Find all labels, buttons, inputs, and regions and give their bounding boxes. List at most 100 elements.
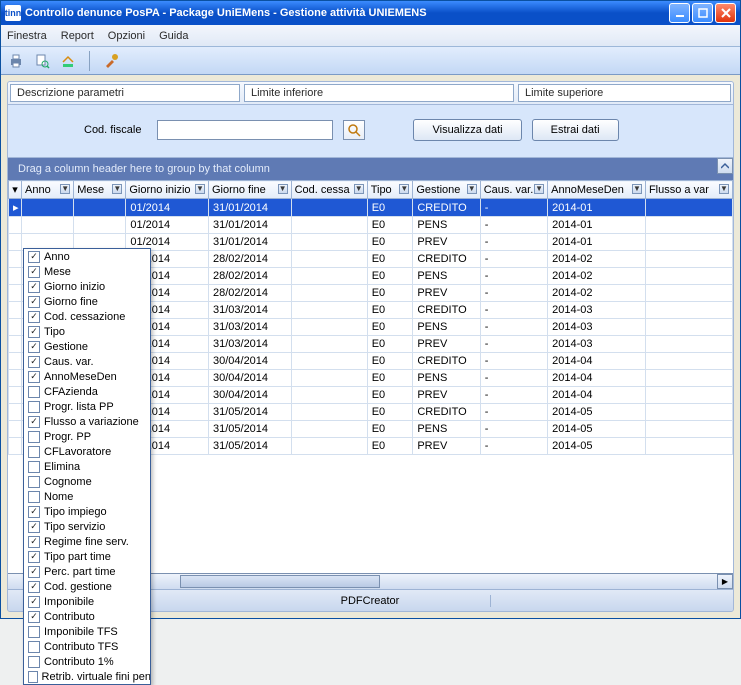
- column-chooser-item[interactable]: ✓Tipo impiego: [24, 504, 150, 519]
- checkbox-icon[interactable]: ✓: [28, 551, 40, 563]
- checkbox-icon[interactable]: ✓: [28, 386, 40, 398]
- column-filter-dropdown-icon[interactable]: ▼: [195, 184, 205, 194]
- column-header-codCessa[interactable]: Cod. cessa▼: [291, 181, 367, 199]
- checkbox-icon[interactable]: ✓: [28, 416, 40, 428]
- column-chooser-item[interactable]: ✓Imponibile TFS: [24, 624, 150, 639]
- checkbox-icon[interactable]: ✓: [28, 266, 40, 278]
- column-filter-dropdown-icon[interactable]: ▼: [719, 184, 729, 194]
- column-chooser-item[interactable]: ✓Cod. gestione: [24, 579, 150, 594]
- maximize-button[interactable]: [692, 3, 713, 23]
- column-header-giornoFine[interactable]: Giorno fine▼: [208, 181, 291, 199]
- table-row[interactable]: ▸01/201431/01/2014E0CREDITO-2014-01: [9, 199, 733, 217]
- checkbox-icon[interactable]: ✓: [28, 596, 40, 608]
- column-header-_sel[interactable]: ▾: [9, 181, 22, 199]
- column-chooser-item[interactable]: ✓Perc. part time: [24, 564, 150, 579]
- menu-finestra[interactable]: Finestra: [7, 30, 47, 42]
- column-chooser-item[interactable]: ✓Contributo 1%: [24, 654, 150, 669]
- estrai-dati-button[interactable]: Estrai dati: [532, 119, 619, 141]
- menu-report[interactable]: Report: [61, 30, 94, 42]
- column-chooser-item[interactable]: ✓Elimina: [24, 459, 150, 474]
- checkbox-icon[interactable]: ✓: [28, 641, 40, 653]
- scroll-right-button[interactable]: ▶: [717, 574, 733, 589]
- checkbox-icon[interactable]: ✓: [28, 371, 40, 383]
- tools-icon[interactable]: [102, 52, 120, 70]
- checkbox-icon[interactable]: ✓: [28, 611, 40, 623]
- checkbox-icon[interactable]: ✓: [28, 626, 40, 638]
- column-chooser-item[interactable]: ✓Imponibile: [24, 594, 150, 609]
- column-chooser-item[interactable]: ✓Gestione: [24, 339, 150, 354]
- checkbox-icon[interactable]: ✓: [28, 461, 40, 473]
- group-by-bar[interactable]: Drag a column header here to group by th…: [8, 158, 733, 180]
- column-chooser-item[interactable]: ✓CFLavoratore: [24, 444, 150, 459]
- scroll-up-button[interactable]: [717, 158, 733, 174]
- checkbox-icon[interactable]: ✓: [28, 296, 40, 308]
- column-chooser-item[interactable]: ✓Nome: [24, 489, 150, 504]
- column-filter-dropdown-icon[interactable]: ▼: [534, 184, 544, 194]
- column-chooser-popup[interactable]: ✓Anno✓Mese✓Giorno inizio✓Giorno fine✓Cod…: [23, 248, 151, 685]
- column-chooser-item[interactable]: ✓Tipo part time: [24, 549, 150, 564]
- column-header-flussoVar[interactable]: Flusso a var▼: [645, 181, 732, 199]
- column-filter-dropdown-icon[interactable]: ▼: [632, 184, 642, 194]
- menu-opzioni[interactable]: Opzioni: [108, 30, 145, 42]
- column-filter-dropdown-icon[interactable]: ▼: [354, 184, 364, 194]
- column-header-annoMeseDen[interactable]: AnnoMeseDen▼: [548, 181, 646, 199]
- menu-guida[interactable]: Guida: [159, 30, 188, 42]
- print-preview-icon[interactable]: [33, 52, 51, 70]
- column-filter-dropdown-icon[interactable]: ▼: [399, 184, 409, 194]
- column-chooser-item[interactable]: ✓CFAzienda: [24, 384, 150, 399]
- column-filter-dropdown-icon[interactable]: ▼: [60, 184, 70, 194]
- checkbox-icon[interactable]: ✓: [28, 356, 40, 368]
- column-chooser-item[interactable]: ✓Mese: [24, 264, 150, 279]
- checkbox-icon[interactable]: ✓: [28, 536, 40, 548]
- minimize-button[interactable]: [669, 3, 690, 23]
- checkbox-icon[interactable]: ✓: [28, 521, 40, 533]
- table-row[interactable]: 01/201431/01/2014E0PENS-2014-01: [9, 217, 733, 234]
- visualizza-dati-button[interactable]: Visualizza dati: [413, 119, 521, 141]
- checkbox-icon[interactable]: ✓: [28, 671, 38, 683]
- checkbox-icon[interactable]: ✓: [28, 431, 40, 443]
- column-header-tipo[interactable]: Tipo▼: [367, 181, 413, 199]
- column-chooser-item[interactable]: ✓Flusso a variazione: [24, 414, 150, 429]
- column-chooser-item[interactable]: ✓Regime fine serv.: [24, 534, 150, 549]
- column-header-causVar[interactable]: Caus. var.▼: [480, 181, 547, 199]
- lookup-button[interactable]: [343, 120, 365, 140]
- column-chooser-item[interactable]: ✓Tipo: [24, 324, 150, 339]
- checkbox-icon[interactable]: ✓: [28, 446, 40, 458]
- column-filter-dropdown-icon[interactable]: ▼: [112, 184, 122, 194]
- checkbox-icon[interactable]: ✓: [28, 281, 40, 293]
- column-filter-dropdown-icon[interactable]: ▼: [278, 184, 288, 194]
- scrollbar-thumb[interactable]: [180, 575, 380, 588]
- column-chooser-icon[interactable]: ▾: [12, 184, 18, 196]
- column-chooser-item[interactable]: ✓Contributo: [24, 609, 150, 624]
- export-icon[interactable]: [59, 52, 77, 70]
- column-header-gestione[interactable]: Gestione▼: [413, 181, 480, 199]
- column-chooser-item[interactable]: ✓Giorno inizio: [24, 279, 150, 294]
- column-chooser-item[interactable]: ✓Progr. lista PP: [24, 399, 150, 414]
- checkbox-icon[interactable]: ✓: [28, 506, 40, 518]
- checkbox-icon[interactable]: ✓: [28, 476, 40, 488]
- checkbox-icon[interactable]: ✓: [28, 311, 40, 323]
- column-chooser-item[interactable]: ✓Contributo TFS: [24, 639, 150, 654]
- column-chooser-item[interactable]: ✓Caus. var.: [24, 354, 150, 369]
- column-chooser-item[interactable]: ✓Cognome: [24, 474, 150, 489]
- column-header-giornoInizio[interactable]: Giorno inizio▼: [126, 181, 209, 199]
- checkbox-icon[interactable]: ✓: [28, 401, 40, 413]
- column-chooser-item[interactable]: ✓Giorno fine: [24, 294, 150, 309]
- close-button[interactable]: [715, 3, 736, 23]
- checkbox-icon[interactable]: ✓: [28, 566, 40, 578]
- column-chooser-item[interactable]: ✓AnnoMeseDen: [24, 369, 150, 384]
- column-chooser-item[interactable]: ✓Cod. cessazione: [24, 309, 150, 324]
- checkbox-icon[interactable]: ✓: [28, 491, 40, 503]
- checkbox-icon[interactable]: ✓: [28, 251, 40, 263]
- column-chooser-item[interactable]: ✓Progr. PP: [24, 429, 150, 444]
- column-chooser-item[interactable]: ✓Tipo servizio: [24, 519, 150, 534]
- column-header-anno[interactable]: Anno▼: [22, 181, 74, 199]
- print-icon[interactable]: [7, 52, 25, 70]
- checkbox-icon[interactable]: ✓: [28, 341, 40, 353]
- checkbox-icon[interactable]: ✓: [28, 326, 40, 338]
- column-filter-dropdown-icon[interactable]: ▼: [467, 184, 477, 194]
- column-header-mese[interactable]: Mese▼: [74, 181, 126, 199]
- column-chooser-item[interactable]: ✓Retrib. virtuale fini pens.: [24, 669, 150, 684]
- column-chooser-item[interactable]: ✓Anno: [24, 249, 150, 264]
- checkbox-icon[interactable]: ✓: [28, 656, 40, 668]
